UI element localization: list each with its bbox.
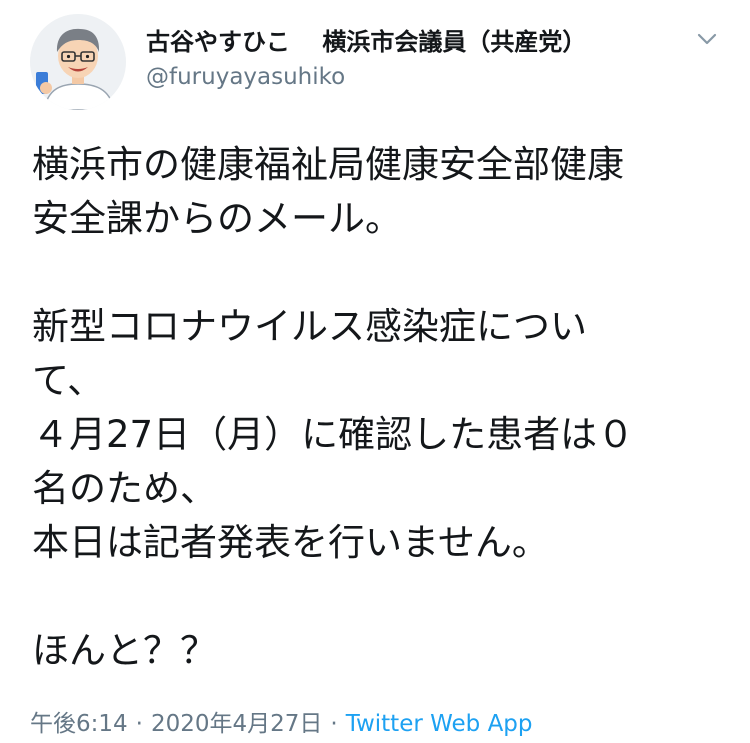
avatar[interactable]	[30, 14, 126, 110]
tweet-date[interactable]: 2020年4月27日	[151, 711, 322, 737]
tweet-line: 安全課からのメール。	[32, 197, 402, 240]
display-name[interactable]: 古谷やすひこ 横浜市会議員（共産党）	[146, 22, 586, 57]
tweet-line: 名のため、	[32, 467, 217, 510]
tweet-text: 横浜市の健康福祉局健康安全部健康 安全課からのメール。 新型コロナウイルス感染症…	[32, 138, 732, 678]
tweet-line: 本日は記者発表を行いません。	[32, 521, 549, 564]
avatar-illustration	[30, 14, 126, 110]
chevron-down-icon[interactable]	[692, 26, 722, 52]
meta-separator: ·	[135, 711, 143, 737]
tweet-line: ４月27日（月）に確認した患者は０	[32, 413, 635, 456]
tweet-metadata: 午後6:14 · 2020年4月27日 · Twitter Web App	[30, 704, 533, 738]
tweet-line: 新型コロナウイルス感染症につい	[32, 305, 587, 348]
tweet-time[interactable]: 午後6:14	[30, 711, 128, 737]
tweet-line: 横浜市の健康福祉局健康安全部健康	[32, 143, 624, 186]
user-handle[interactable]: @furuyayasuhiko	[146, 64, 345, 90]
tweet-line: て、	[32, 359, 105, 402]
tweet-line: ほんと？？	[32, 629, 217, 672]
source-link[interactable]: Twitter Web App	[346, 711, 533, 737]
tweet-card: 古谷やすひこ 横浜市会議員（共産党） @furuyayasuhiko 横浜市の健…	[0, 0, 750, 743]
meta-separator: ·	[330, 711, 338, 737]
